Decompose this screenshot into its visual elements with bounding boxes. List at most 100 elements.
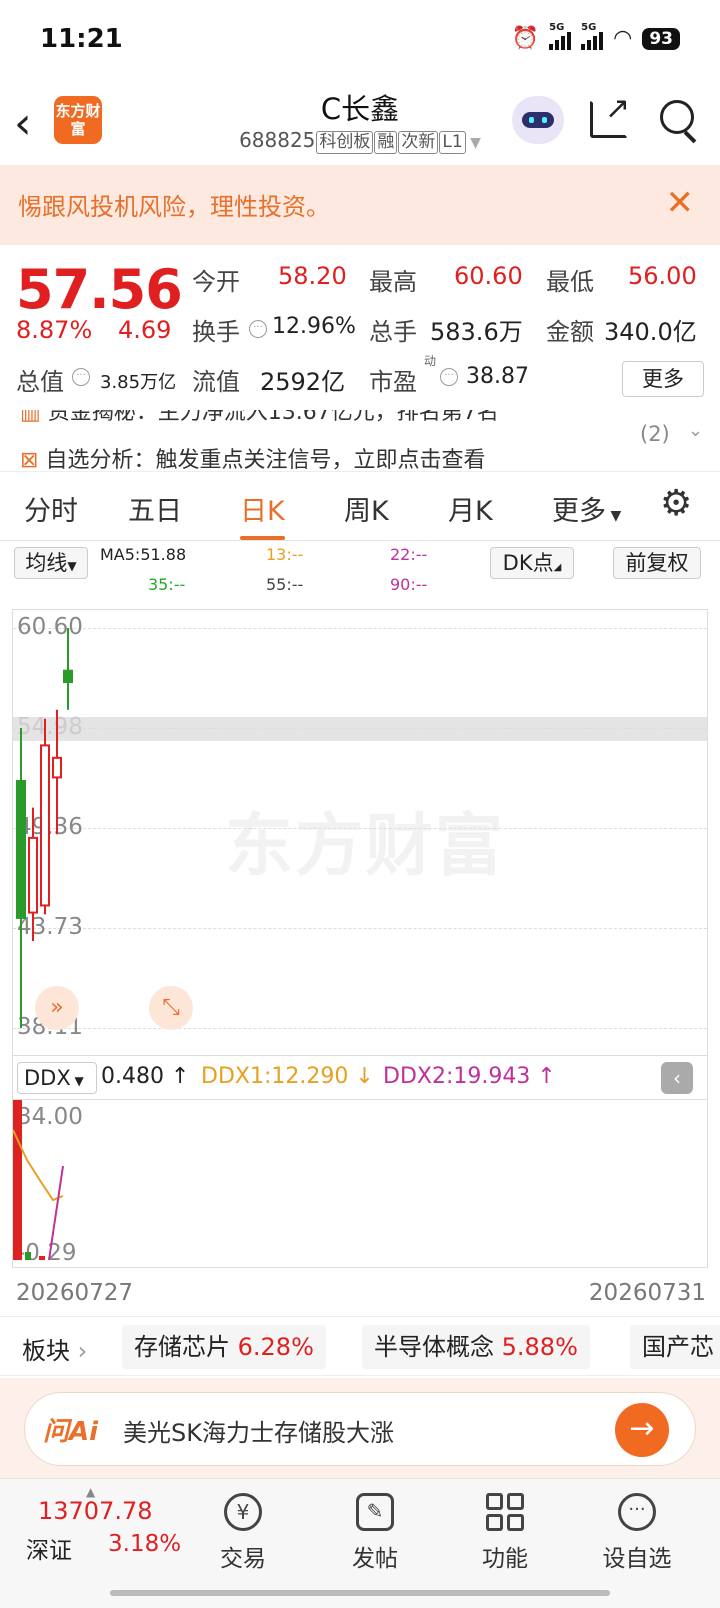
float-cap-label: 流值 (192, 368, 240, 396)
current-price: 57.56 (16, 258, 183, 321)
index-widget[interactable]: ▲ 13707.78 深证 3.18% (0, 1479, 200, 1579)
ma13-value: 13:-- (266, 545, 304, 564)
ai-suggestion-text: 美光SK海力士存储股大涨 (123, 1419, 394, 1447)
x-end-date: 20260731 (588, 1280, 706, 1306)
index-value: 13707.78 (38, 1497, 153, 1525)
ma5-value: MA5:51.88 (100, 545, 187, 564)
home-indicator (110, 1590, 610, 1596)
tag-margin: 融 (374, 131, 398, 154)
news-ticker[interactable]: ▥ 资金揭秘：主力净流入13.67亿元，排名第7名 ⊠ 自选分析：触发重点关注信… (0, 410, 720, 472)
ddx-plot (13, 1100, 64, 1261)
tag-level: L1 (439, 131, 466, 154)
candlestick-chart[interactable]: 东方财富 60.6054.9849.3643.7338.11 » ⤡ (12, 609, 708, 1056)
news-line-1: ▥ 资金揭秘：主力净流入13.67亿元，排名第7名 (20, 410, 499, 425)
tab-intraday[interactable]: 分时 (24, 489, 78, 528)
candle-body (40, 744, 50, 907)
ddx-chart[interactable]: 34.00 -0.29 (12, 1100, 708, 1268)
indicator-select[interactable]: DDX ▼ (17, 1062, 97, 1094)
signal-icon-2: 5G (581, 22, 604, 50)
nav-add-watchlist-label: 设自选 (602, 1546, 672, 1572)
tag-board: 科创板 (316, 131, 374, 154)
wifi-icon: ◠ (613, 26, 633, 51)
ma22-value: 22:-- (390, 545, 428, 564)
adjust-button[interactable]: 前复权 (613, 547, 701, 579)
news-count: (2) (640, 422, 670, 446)
ddx-value: 0.480 ↑ (101, 1064, 190, 1089)
chevron-down-icon[interactable]: ⌄ (688, 420, 703, 441)
ddx-bar-3 (39, 1256, 45, 1260)
tab-five-day[interactable]: 五日 (128, 489, 182, 528)
ma35-value: 35:-- (148, 575, 186, 594)
ai-ask-bar: 问Ai 美光SK海力士存储股大涨 → (0, 1378, 720, 1478)
candle-body (52, 756, 62, 779)
nav-post-label: 发帖 (352, 1546, 398, 1572)
nav-functions-label: 功能 (482, 1546, 528, 1572)
risk-notice-text: 惕跟风投机风险，理性投资。 (18, 193, 330, 221)
signal-icon: 5G (549, 22, 572, 50)
dropdown-icon: ▼ (465, 135, 481, 151)
close-icon[interactable]: ✕ (666, 183, 695, 223)
info-icon[interactable]: ··· (249, 320, 267, 338)
nav-add-watchlist[interactable]: ··· 设自选 (592, 1493, 682, 1573)
ma55-value: 55:-- (266, 575, 304, 594)
clock: 11:21 (40, 24, 123, 54)
battery-indicator: 93 (642, 27, 680, 50)
bottom-nav: ▲ 13707.78 深证 3.18% ¥ 交易 ✎ 发帖 功能 ··· 设自选 (0, 1478, 720, 1608)
candle-body (63, 669, 73, 684)
ma-legend: 均线▼ MA5:51.88 13:-- 22:-- 35:-- 55:-- 90… (0, 545, 720, 605)
search-icon[interactable] (660, 100, 694, 134)
candlestick-plot (16, 628, 73, 1028)
nav-trade-label: 交易 (220, 1546, 266, 1572)
info-icon[interactable]: ··· (440, 368, 458, 386)
nav-post[interactable]: ✎ 发帖 (330, 1493, 420, 1573)
more-dots-icon: ··· (618, 1493, 656, 1531)
sector-chip-domestic[interactable]: 国产芯 (630, 1325, 720, 1369)
sector-chip-storage[interactable]: 存储芯片 6.28% (122, 1325, 326, 1369)
tab-more[interactable]: 更多 ▼ (552, 489, 621, 528)
ma-select[interactable]: 均线▼ (14, 547, 88, 579)
edit-icon: ✎ (356, 1493, 394, 1531)
ma90-value: 90:-- (390, 575, 428, 594)
ddx-bar-2 (25, 1252, 31, 1260)
amount-value: 340.0亿 (604, 318, 697, 346)
tab-monthly-k[interactable]: 月K (448, 489, 493, 528)
ddx-bar-1 (13, 1100, 22, 1260)
chart-period-tabs: 分时 五日 日K 周K 月K 更多 ▼ ⚙ (0, 475, 720, 541)
expand-left-icon[interactable]: » (35, 986, 79, 1030)
ai-ask-input[interactable]: 问Ai 美光SK海力士存储股大涨 → (24, 1392, 696, 1466)
info-icon[interactable]: ··· (72, 368, 90, 386)
market-cap-label: 总值 (16, 368, 64, 396)
sector-chip-semiconductor[interactable]: 半导体概念 5.88% (362, 1325, 590, 1369)
turnover-label: 换手 (192, 318, 240, 346)
share-icon[interactable]: ↗ (590, 91, 630, 138)
candle-body (16, 779, 26, 919)
tab-daily-k[interactable]: 日K (240, 489, 285, 540)
nav-trade[interactable]: ¥ 交易 (198, 1493, 288, 1573)
gear-icon[interactable]: ⚙ (660, 483, 692, 524)
volume-value: 583.6万 (430, 318, 523, 346)
ai-assistant-icon[interactable] (512, 96, 564, 144)
ddx-indicator-bar: DDX ▼ 0.480 ↑ DDX1:12.290 ↓ DDX2:19.943 … (12, 1056, 708, 1100)
tab-weekly-k[interactable]: 周K (344, 489, 389, 528)
ddx1-value: DDX1:12.290 ↓ (201, 1064, 374, 1089)
go-arrow-icon[interactable]: → (615, 1403, 669, 1457)
pe-value: 38.87 (466, 364, 529, 389)
risk-notice-banner: 惕跟风投机风险，理性投资。 ✕ (0, 165, 720, 245)
collapse-icon[interactable]: ‹ (661, 1062, 693, 1094)
high-value: 60.60 (454, 262, 523, 290)
more-quote-button[interactable]: 更多 (622, 361, 704, 397)
news-line-2: ⊠ 自选分析：触发重点关注信号，立即点击查看 (20, 448, 486, 472)
amount-label: 金额 (546, 318, 594, 346)
fullscreen-icon[interactable]: ⤡ (149, 986, 193, 1030)
pe-label: 市盈 (369, 368, 417, 396)
status-icons: ⏰ 5G 5G ◠ 93 (511, 22, 680, 51)
dk-point-button[interactable]: DK点◢ (490, 547, 574, 579)
sector-label[interactable]: 板块 › (22, 1331, 87, 1366)
x-axis-dates: 20260727 20260731 (0, 1274, 720, 1310)
float-cap-value: 2592亿 (260, 368, 346, 396)
low-label: 最低 (546, 268, 594, 296)
candle-body (28, 836, 38, 914)
open-value: 58.20 (278, 262, 347, 290)
nav-functions[interactable]: 功能 (460, 1493, 550, 1573)
alarm-icon: ⏰ (511, 26, 540, 51)
